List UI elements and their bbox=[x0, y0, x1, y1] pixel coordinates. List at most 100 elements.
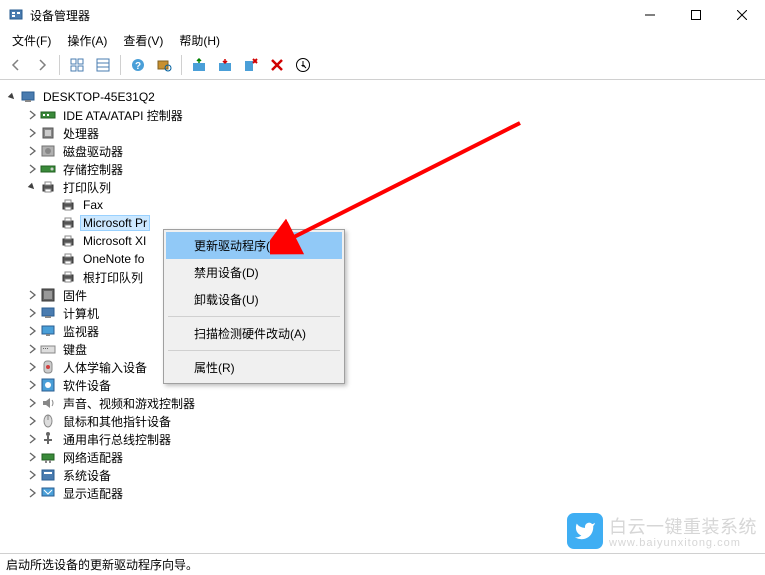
title-bar: 设备管理器 bbox=[0, 0, 765, 30]
cpu-icon bbox=[40, 125, 56, 141]
tree-item[interactable]: Microsoft Pr bbox=[0, 214, 765, 232]
disable-device-button[interactable] bbox=[213, 53, 237, 77]
watermark-icon bbox=[567, 513, 603, 549]
tree-item[interactable]: 网络适配器 bbox=[0, 448, 765, 466]
expander-icon[interactable] bbox=[26, 127, 38, 139]
minimize-button[interactable] bbox=[627, 0, 673, 30]
context-update-driver[interactable]: 更新驱动程序(P) bbox=[166, 232, 342, 259]
expander-icon[interactable] bbox=[6, 91, 18, 103]
storage-icon bbox=[40, 161, 56, 177]
context-uninstall-device[interactable]: 卸载设备(U) bbox=[166, 286, 342, 313]
remove-button[interactable] bbox=[265, 53, 289, 77]
tree-item[interactable]: 显示适配器 bbox=[0, 484, 765, 502]
context-separator bbox=[168, 316, 340, 317]
tree-item[interactable]: 处理器 bbox=[0, 124, 765, 142]
expander-icon[interactable] bbox=[26, 343, 38, 355]
tree-item[interactable]: 软件设备 bbox=[0, 376, 765, 394]
system-icon bbox=[40, 467, 56, 483]
printer-icon bbox=[40, 179, 56, 195]
view-icons-button[interactable] bbox=[65, 53, 89, 77]
menu-action[interactable]: 操作(A) bbox=[59, 30, 115, 51]
close-button[interactable] bbox=[719, 0, 765, 30]
forward-button[interactable] bbox=[30, 53, 54, 77]
expander-icon[interactable] bbox=[26, 109, 38, 121]
tree-item[interactable]: OneNote fo bbox=[0, 250, 765, 268]
context-menu: 更新驱动程序(P) 禁用设备(D) 卸载设备(U) 扫描检测硬件改动(A) 属性… bbox=[163, 229, 345, 384]
tree-label: Fax bbox=[80, 197, 106, 213]
tree-label: 存储控制器 bbox=[60, 160, 126, 179]
tree-label: 鼠标和其他指针设备 bbox=[60, 412, 174, 431]
uninstall-device-button[interactable] bbox=[239, 53, 263, 77]
tree-label: 固件 bbox=[60, 286, 90, 305]
expander-icon[interactable] bbox=[26, 451, 38, 463]
scan-hardware-button[interactable] bbox=[152, 53, 176, 77]
menu-view[interactable]: 查看(V) bbox=[115, 30, 171, 51]
firmware-icon bbox=[40, 287, 56, 303]
tree-item[interactable]: Fax bbox=[0, 196, 765, 214]
tree-item[interactable]: 根打印队列 bbox=[0, 268, 765, 286]
tree-item[interactable]: 监视器 bbox=[0, 322, 765, 340]
hid-icon bbox=[40, 359, 56, 375]
menu-bar: 文件(F) 操作(A) 查看(V) 帮助(H) bbox=[0, 30, 765, 50]
expander-icon[interactable] bbox=[46, 253, 58, 265]
app-icon bbox=[8, 7, 24, 23]
status-text: 启动所选设备的更新驱动程序向导。 bbox=[6, 556, 198, 573]
tree-item[interactable]: 固件 bbox=[0, 286, 765, 304]
expander-icon[interactable] bbox=[26, 379, 38, 391]
tree-item[interactable]: 人体学输入设备 bbox=[0, 358, 765, 376]
tree-label: Microsoft Pr bbox=[80, 215, 150, 231]
disk-icon bbox=[40, 143, 56, 159]
tree-item[interactable]: 磁盘驱动器 bbox=[0, 142, 765, 160]
menu-help[interactable]: 帮助(H) bbox=[171, 30, 228, 51]
expander-icon[interactable] bbox=[26, 307, 38, 319]
tree-item[interactable]: 声音、视频和游戏控制器 bbox=[0, 394, 765, 412]
tree-item[interactable]: 计算机 bbox=[0, 304, 765, 322]
tree-item[interactable]: IDE ATA/ATAPI 控制器 bbox=[0, 106, 765, 124]
keyboard-icon bbox=[40, 341, 56, 357]
help-button[interactable]: ? bbox=[126, 53, 150, 77]
usb-icon bbox=[40, 431, 56, 447]
tree-label: 键盘 bbox=[60, 340, 90, 359]
printer-icon bbox=[60, 233, 76, 249]
tree-label: DESKTOP-45E31Q2 bbox=[40, 89, 158, 105]
display-icon bbox=[40, 485, 56, 501]
watermark-url: www.baiyunxitong.com bbox=[609, 537, 757, 549]
maximize-button[interactable] bbox=[673, 0, 719, 30]
context-scan-hardware[interactable]: 扫描检测硬件改动(A) bbox=[166, 320, 342, 347]
expander-icon[interactable] bbox=[26, 397, 38, 409]
expander-icon[interactable] bbox=[46, 271, 58, 283]
tree-label: 磁盘驱动器 bbox=[60, 142, 126, 161]
expander-icon[interactable] bbox=[26, 361, 38, 373]
view-list-button[interactable] bbox=[91, 53, 115, 77]
computer-icon bbox=[20, 89, 36, 105]
tree-item[interactable]: 鼠标和其他指针设备 bbox=[0, 412, 765, 430]
menu-file[interactable]: 文件(F) bbox=[4, 30, 59, 51]
update-driver-button[interactable] bbox=[187, 53, 211, 77]
context-properties[interactable]: 属性(R) bbox=[166, 354, 342, 381]
expander-icon[interactable] bbox=[26, 181, 38, 193]
tree-label: 软件设备 bbox=[60, 376, 114, 395]
tree-root[interactable]: DESKTOP-45E31Q2 bbox=[0, 88, 765, 106]
tree-item[interactable]: 存储控制器 bbox=[0, 160, 765, 178]
refresh-button[interactable] bbox=[291, 53, 315, 77]
expander-icon[interactable] bbox=[26, 163, 38, 175]
device-tree[interactable]: DESKTOP-45E31Q2IDE ATA/ATAPI 控制器处理器磁盘驱动器… bbox=[0, 82, 765, 553]
tree-item[interactable]: 通用串行总线控制器 bbox=[0, 430, 765, 448]
expander-icon[interactable] bbox=[46, 217, 58, 229]
expander-icon[interactable] bbox=[46, 235, 58, 247]
expander-icon[interactable] bbox=[26, 325, 38, 337]
expander-icon[interactable] bbox=[26, 433, 38, 445]
tree-item[interactable]: 打印队列 bbox=[0, 178, 765, 196]
context-disable-device[interactable]: 禁用设备(D) bbox=[166, 259, 342, 286]
watermark-text: 白云一键重装系统 bbox=[609, 513, 757, 539]
tree-item[interactable]: 键盘 bbox=[0, 340, 765, 358]
expander-icon[interactable] bbox=[26, 415, 38, 427]
expander-icon[interactable] bbox=[26, 487, 38, 499]
expander-icon[interactable] bbox=[26, 289, 38, 301]
tree-item[interactable]: Microsoft XI bbox=[0, 232, 765, 250]
back-button[interactable] bbox=[4, 53, 28, 77]
expander-icon[interactable] bbox=[46, 199, 58, 211]
tree-item[interactable]: 系统设备 bbox=[0, 466, 765, 484]
expander-icon[interactable] bbox=[26, 145, 38, 157]
expander-icon[interactable] bbox=[26, 469, 38, 481]
